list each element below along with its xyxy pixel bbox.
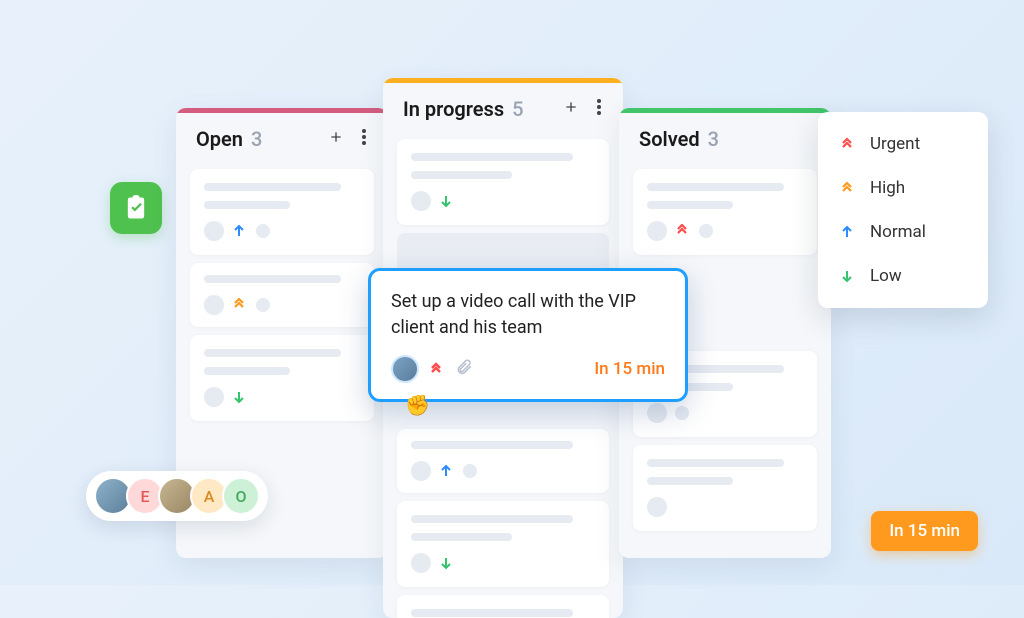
- placeholder-line: [411, 153, 573, 161]
- task-card[interactable]: [633, 445, 817, 531]
- placeholder-line: [647, 201, 733, 209]
- legend-label: High: [870, 178, 905, 198]
- plus-icon: [563, 99, 579, 115]
- column-count: 3: [708, 127, 719, 151]
- more-vertical-icon: [362, 129, 366, 145]
- placeholder-line: [647, 477, 733, 485]
- priority-normal-icon: [232, 224, 248, 238]
- column-count: 5: [512, 97, 523, 121]
- task-card[interactable]: [190, 335, 374, 421]
- column-more-button[interactable]: [595, 97, 603, 121]
- legend-item-high[interactable]: High: [818, 166, 988, 210]
- priority-legend: Urgent High Normal Low: [818, 112, 988, 308]
- placeholder-line: [204, 275, 341, 283]
- avatar-placeholder: [647, 403, 667, 423]
- legend-item-low[interactable]: Low: [818, 254, 988, 298]
- plus-icon: [328, 129, 344, 145]
- legend-item-normal[interactable]: Normal: [818, 210, 988, 254]
- task-due: In 15 min: [594, 359, 665, 379]
- column-more-button[interactable]: [360, 127, 368, 151]
- avatar-strip[interactable]: E A O: [86, 471, 268, 521]
- task-card[interactable]: [397, 595, 609, 618]
- priority-low-icon: [840, 269, 856, 283]
- task-card[interactable]: [397, 429, 609, 493]
- priority-low-icon: [232, 390, 248, 404]
- task-card[interactable]: [633, 169, 817, 255]
- legend-item-urgent[interactable]: Urgent: [818, 122, 988, 166]
- priority-urgent-icon: [675, 224, 691, 238]
- placeholder-line: [204, 367, 290, 375]
- task-card[interactable]: [190, 263, 374, 327]
- add-task-button[interactable]: [326, 127, 346, 151]
- cursor-grab-icon: ✊: [405, 393, 430, 417]
- legend-label: Urgent: [870, 134, 920, 154]
- legend-label: Normal: [870, 222, 926, 242]
- placeholder-line: [411, 533, 512, 541]
- time-badge: In 15 min: [871, 511, 978, 551]
- add-task-button[interactable]: [561, 97, 581, 121]
- priority-normal-icon: [439, 464, 455, 478]
- assignee-avatar[interactable]: [391, 355, 419, 383]
- placeholder-dot: [463, 464, 477, 478]
- task-title: Set up a video call with the VIP client …: [391, 289, 665, 341]
- priority-high-icon: [840, 181, 856, 195]
- priority-urgent-icon: [429, 362, 445, 376]
- column-title: Open: [196, 127, 243, 151]
- app-icon: [110, 182, 162, 234]
- avatar-placeholder: [647, 221, 667, 241]
- placeholder-dot: [675, 406, 689, 420]
- column-title: Solved: [639, 127, 700, 151]
- task-card[interactable]: [190, 169, 374, 255]
- placeholder-line: [411, 609, 573, 617]
- clipboard-check-icon: [122, 194, 150, 222]
- placeholder-line: [204, 183, 341, 191]
- avatar-placeholder: [204, 387, 224, 407]
- placeholder-line: [647, 459, 784, 467]
- featured-task-card[interactable]: Set up a video call with the VIP client …: [368, 268, 688, 402]
- column-count: 3: [251, 127, 262, 151]
- task-card[interactable]: [397, 139, 609, 225]
- attachment-icon[interactable]: [455, 358, 473, 380]
- task-card[interactable]: [397, 501, 609, 587]
- placeholder-line: [204, 201, 290, 209]
- placeholder-dot: [256, 224, 270, 238]
- legend-label: Low: [870, 266, 902, 286]
- placeholder-dot: [699, 224, 713, 238]
- more-vertical-icon: [597, 99, 601, 115]
- priority-normal-icon: [840, 225, 856, 239]
- priority-urgent-icon: [840, 137, 856, 151]
- avatar-placeholder: [411, 461, 431, 481]
- placeholder-line: [204, 349, 341, 357]
- placeholder-line: [411, 441, 573, 449]
- column-title: In progress: [403, 97, 504, 121]
- avatar-placeholder: [411, 191, 431, 211]
- priority-low-icon: [439, 194, 455, 208]
- avatar-placeholder: [411, 553, 431, 573]
- priority-low-icon: [439, 556, 455, 570]
- avatar-placeholder: [647, 497, 667, 517]
- avatar-placeholder: [204, 295, 224, 315]
- priority-high-icon: [232, 298, 248, 312]
- avatar-placeholder: [204, 221, 224, 241]
- placeholder-line: [647, 183, 784, 191]
- placeholder-dot: [256, 298, 270, 312]
- placeholder-line: [411, 515, 573, 523]
- placeholder-line: [411, 171, 512, 179]
- member-avatar[interactable]: O: [222, 477, 260, 515]
